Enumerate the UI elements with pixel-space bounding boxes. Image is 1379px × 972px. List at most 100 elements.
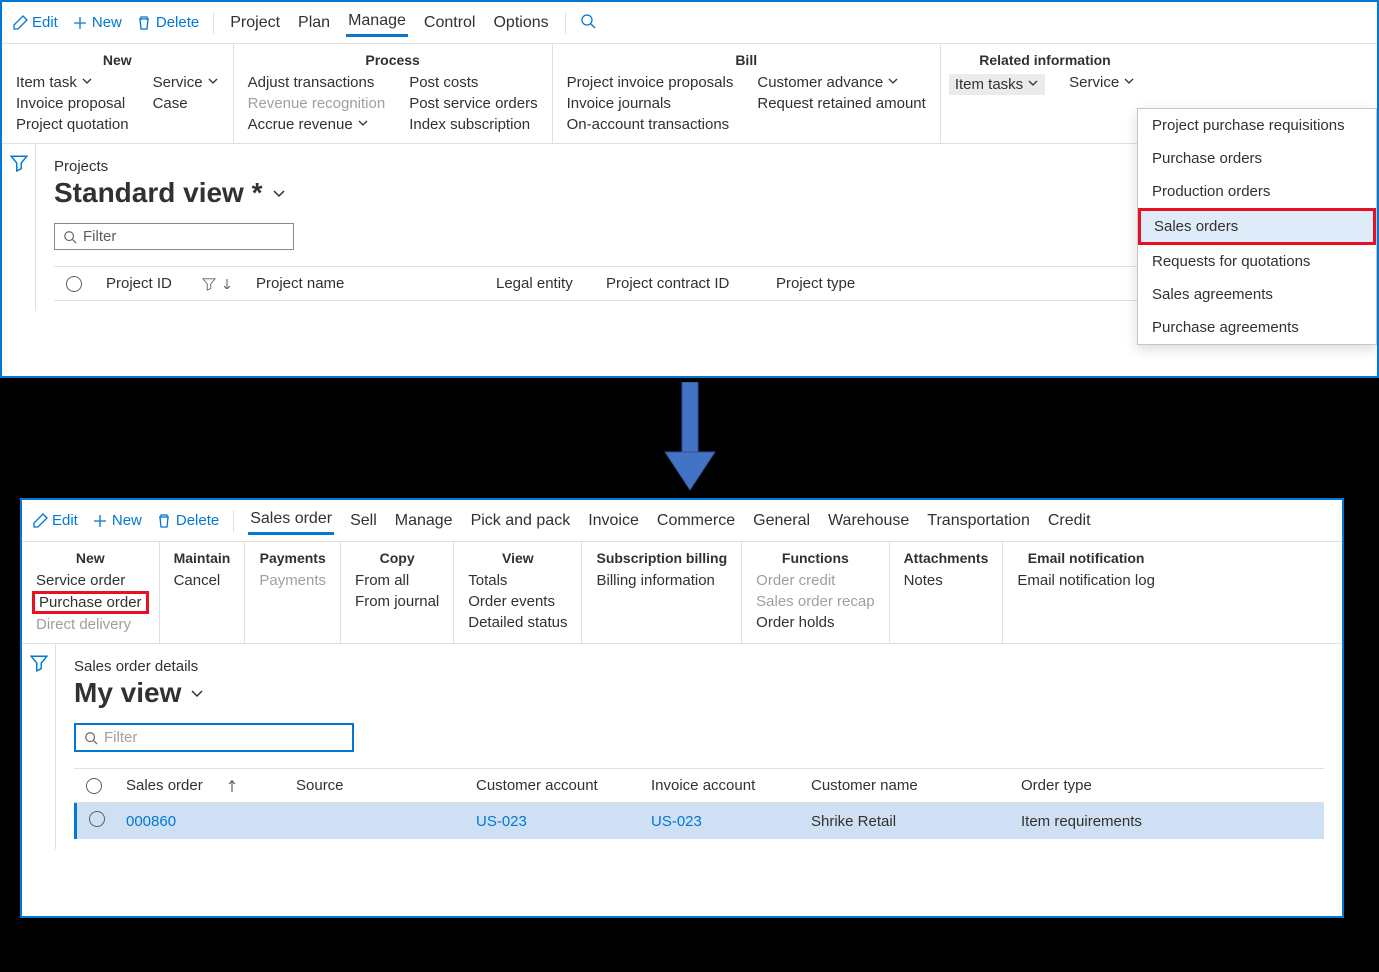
ribbon-item[interactable]: Totals [468,572,567,589]
dropdown-item[interactable]: Production orders [1138,175,1376,208]
ribbon-item[interactable]: Project invoice proposals [567,74,734,91]
cell-cust-account[interactable]: US-023 [464,813,639,830]
tab-commerce[interactable]: Commerce [655,508,737,534]
tab-manage[interactable]: Manage [346,8,408,37]
col-contract-id[interactable]: Project contract ID [594,275,764,292]
tab-sell[interactable]: Sell [348,508,379,534]
ribbon-item[interactable]: Order events [468,593,567,610]
ribbon-group-title: Payments [259,546,326,572]
ribbon-item[interactable]: Post costs [409,74,537,91]
tab-transportation[interactable]: Transportation [925,508,1032,534]
tab-control[interactable]: Control [422,10,478,36]
ribbon-item[interactable]: Billing information [596,572,714,589]
ribbon-item[interactable]: Invoice proposal [16,95,129,112]
ribbon-item[interactable]: Customer advance [757,74,925,91]
tab-invoice[interactable]: Invoice [586,508,641,534]
col-order-type[interactable]: Order type [1009,777,1169,794]
row-checkbox[interactable] [89,811,105,827]
table-row[interactable]: 000860 US-023 US-023 Shrike Retail Item … [74,803,1324,839]
tab-manage[interactable]: Manage [393,508,455,534]
view-selector[interactable]: My view [74,677,1324,709]
tab-plan[interactable]: Plan [296,10,332,36]
col-sales-order[interactable]: Sales order [114,777,284,794]
plus-icon [72,15,88,31]
dropdown-item[interactable]: Purchase orders [1138,142,1376,175]
ribbon-item[interactable]: Accrue revenue [248,116,386,133]
filter-icon [202,277,216,291]
col-inv-account[interactable]: Invoice account [639,777,799,794]
ribbon-item[interactable]: Email notification log [1017,572,1155,589]
ribbon-item[interactable]: From all [355,572,439,589]
tab-options[interactable]: Options [491,10,550,36]
col-project-name[interactable]: Project name [244,275,484,292]
col-project-type[interactable]: Project type [764,275,904,292]
ribbon-group: NewService orderPurchase orderDirect del… [22,542,160,643]
edit-button[interactable]: Edit [32,512,78,529]
filter-pane-toggle[interactable] [22,644,56,849]
tab-credit[interactable]: Credit [1046,508,1093,534]
ribbon-item[interactable]: Notes [904,572,943,589]
pencil-icon [12,15,28,31]
filter-input[interactable]: Filter [54,223,294,250]
ribbon-item[interactable]: Order holds [756,614,874,631]
new-button[interactable]: New [92,512,142,529]
dropdown-item[interactable]: Sales agreements [1138,278,1376,311]
sales-order-panel: Edit New Delete Sales order Sell Manage … [20,498,1344,918]
ribbon-item: Sales order recap [756,593,874,610]
tab-sales-order[interactable]: Sales order [248,506,334,535]
edit-button[interactable]: Edit [12,14,58,31]
ribbon-item[interactable]: Project quotation [16,116,129,133]
ribbon-item[interactable]: Case [153,95,219,112]
ribbon-item[interactable]: Item task [16,74,129,91]
ribbon-group-title: Related information [955,48,1135,74]
dropdown-item[interactable]: Project purchase requisitions [1138,109,1376,142]
dropdown-item[interactable]: Requests for quotations [1138,245,1376,278]
ribbon-group-title: Email notification [1017,546,1155,572]
ribbon-item[interactable]: Request retained amount [757,95,925,112]
select-all-checkbox[interactable] [86,778,102,794]
dropdown-item[interactable]: Purchase agreements [1138,311,1376,344]
ribbon-group: NewItem taskInvoice proposalProject quot… [2,44,234,143]
tab-project[interactable]: Project [228,10,282,36]
dropdown-item[interactable]: Sales orders [1138,208,1376,245]
tab-general[interactable]: General [751,508,812,534]
ribbon-item[interactable]: From journal [355,593,439,610]
col-cust-name[interactable]: Customer name [799,777,1009,794]
chevron-down-icon [887,74,899,91]
new-button[interactable]: New [72,14,122,31]
search-icon [84,731,98,745]
ribbon-item[interactable]: On-account transactions [567,116,734,133]
col-project-id[interactable]: Project ID [94,275,244,292]
chevron-down-icon [189,685,205,701]
filter-pane-toggle[interactable] [2,144,36,311]
ribbon-item[interactable]: Cancel [174,572,221,589]
search-button[interactable] [580,13,596,32]
trash-icon [136,15,152,31]
ribbon-item[interactable]: Service [1069,74,1135,91]
ribbon-item[interactable]: Detailed status [468,614,567,631]
ribbon-item[interactable]: Invoice journals [567,95,734,112]
ribbon-item[interactable]: Service order [36,572,145,589]
delete-button[interactable]: Delete [156,512,219,529]
search-icon [63,230,77,244]
ribbon-item[interactable]: Item tasks [949,74,1045,95]
ribbon-group-title: Copy [355,546,439,572]
plus-icon [92,513,108,529]
ribbon-group: Related informationItem tasks Service [941,44,1149,143]
ribbon-group: AttachmentsNotes [890,542,1004,643]
col-cust-account[interactable]: Customer account [464,777,639,794]
ribbon-item[interactable]: Post service orders [409,95,537,112]
col-source[interactable]: Source [284,777,464,794]
tab-pick-pack[interactable]: Pick and pack [469,508,573,534]
filter-input[interactable]: Filter [74,723,354,752]
ribbon-item[interactable]: Index subscription [409,116,537,133]
cell-sales-order[interactable]: 000860 [114,813,284,830]
select-all-checkbox[interactable] [66,276,82,292]
delete-button[interactable]: Delete [136,14,199,31]
col-legal-entity[interactable]: Legal entity [484,275,594,292]
ribbon-item[interactable]: Adjust transactions [248,74,386,91]
cell-inv-account[interactable]: US-023 [639,813,799,830]
ribbon-item[interactable]: Service [153,74,219,91]
tab-warehouse[interactable]: Warehouse [826,508,911,534]
ribbon-item[interactable]: Purchase order [32,591,149,614]
